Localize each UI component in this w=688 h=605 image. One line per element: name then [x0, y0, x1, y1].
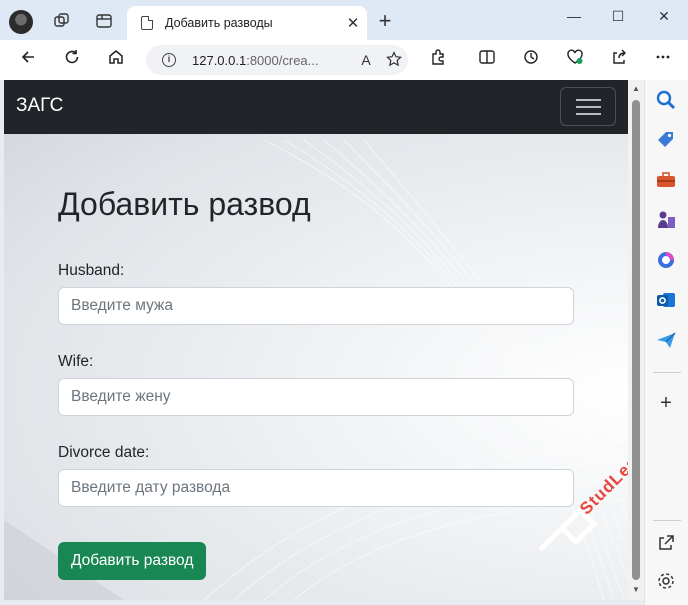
add-divorce-button[interactable]: Добавить развод — [58, 542, 207, 580]
divorce-date-label: Divorce date: — [58, 444, 150, 461]
wife-input[interactable] — [58, 378, 574, 416]
wife-label: Wife: — [58, 353, 94, 370]
workspaces-icon[interactable] — [49, 8, 75, 34]
tab-close-icon[interactable]: ✕ — [339, 14, 367, 32]
send-icon[interactable] — [655, 329, 677, 351]
site-navbar: ЗАГС — [4, 80, 628, 134]
page-icon — [141, 16, 153, 30]
sidebar-divider — [653, 372, 681, 373]
husband-label: Husband: — [58, 262, 125, 279]
outlook-icon[interactable] — [655, 289, 677, 311]
search-icon[interactable] — [655, 89, 677, 111]
read-aloud-icon[interactable]: A — [352, 52, 380, 68]
favorite-star-icon[interactable] — [380, 50, 408, 70]
tab-title: Добавить разводы — [165, 16, 273, 30]
toolbox-icon[interactable] — [655, 169, 677, 191]
active-tab[interactable]: Добавить разводы ✕ — [127, 6, 367, 40]
husband-input[interactable] — [58, 287, 574, 325]
hamburger-line-icon — [576, 106, 601, 108]
back-icon[interactable] — [14, 47, 42, 73]
tag-icon[interactable] — [655, 129, 677, 151]
site-info-icon[interactable]: i — [162, 53, 176, 67]
address-bar[interactable]: i 127.0.0.1:8000/crea... A — [146, 45, 408, 75]
add-divorce-form: Добавить развод Husband: Wife: Divorce d… — [58, 186, 574, 580]
games-icon[interactable] — [655, 209, 677, 231]
history-icon[interactable] — [517, 47, 545, 73]
navbar-toggler-button[interactable] — [560, 87, 616, 126]
window-close-button[interactable]: ✕ — [644, 4, 684, 28]
navbar-brand[interactable]: ЗАГС — [16, 95, 63, 117]
scroll-thumb[interactable] — [632, 100, 640, 580]
edge-sidebar: + — [644, 80, 688, 605]
url-path: :8000/crea... — [246, 52, 319, 68]
page-scrollbar[interactable]: ▲ ▼ — [628, 80, 644, 600]
more-menu-icon[interactable] — [649, 47, 677, 73]
extensions-icon[interactable] — [424, 47, 452, 73]
scroll-up-icon[interactable]: ▲ — [631, 84, 641, 93]
url-text[interactable]: 127.0.0.1:8000/crea... — [192, 53, 352, 68]
window-minimize-button[interactable]: — — [554, 4, 594, 28]
sidebar-divider — [653, 520, 681, 521]
refresh-icon[interactable] — [58, 47, 86, 73]
profile-avatar-icon[interactable] — [9, 10, 33, 34]
tab-actions-icon[interactable] — [91, 8, 117, 34]
page-viewport: ЗАГС Добавить развод Husband: Wife: Divo… — [4, 80, 628, 600]
settings-icon[interactable] — [655, 570, 677, 592]
window-maximize-button[interactable]: ☐ — [598, 4, 638, 28]
home-icon[interactable] — [102, 47, 130, 73]
new-tab-button[interactable]: + — [372, 8, 398, 34]
copilot-icon[interactable] — [655, 249, 677, 271]
address-toolbar: i 127.0.0.1:8000/crea... A — [0, 40, 688, 80]
split-screen-icon[interactable] — [473, 47, 501, 73]
url-host: 127.0.0.1 — [192, 52, 247, 68]
add-icon[interactable]: + — [655, 392, 677, 415]
divorce-date-input[interactable] — [58, 469, 574, 507]
page-title: Добавить развод — [58, 186, 311, 222]
browser-essentials-icon[interactable] — [561, 47, 589, 73]
scroll-down-icon[interactable]: ▼ — [631, 585, 641, 594]
hamburger-line-icon — [576, 99, 601, 101]
share-icon[interactable] — [605, 47, 633, 73]
hamburger-line-icon — [576, 113, 601, 115]
open-external-icon[interactable] — [655, 532, 677, 554]
browser-tab-bar: Добавить разводы ✕ + — ☐ ✕ — [0, 0, 688, 40]
